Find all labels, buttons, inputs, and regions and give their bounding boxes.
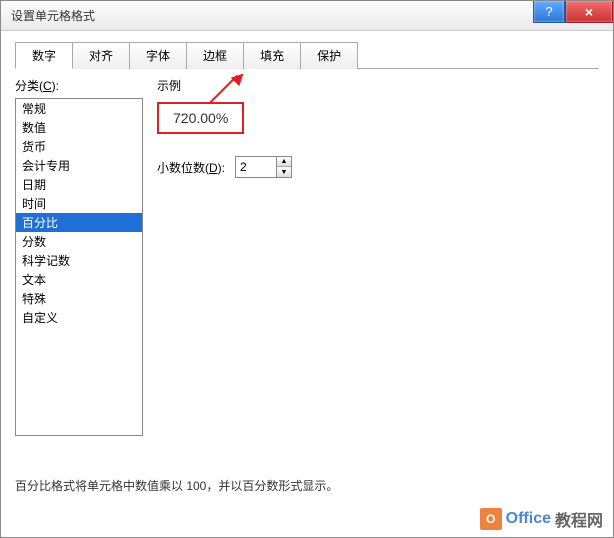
titlebar-buttons: ? ×	[533, 1, 613, 23]
window-title: 设置单元格格式	[11, 7, 95, 24]
format-description: 百分比格式将单元格中数值乘以 100，并以百分数形式显示。	[15, 477, 338, 494]
category-label: 分类(C):	[15, 77, 143, 94]
spinner-up-button[interactable]: ▲	[277, 157, 291, 167]
category-listbox[interactable]: 常规 数值 货币 会计专用 日期 时间 百分比 分数 科学记数 文本 特殊 自定…	[15, 98, 143, 436]
help-icon: ?	[545, 4, 552, 19]
tab-protect[interactable]: 保护	[300, 42, 358, 69]
tab-border[interactable]: 边框	[186, 42, 244, 69]
example-label: 示例	[157, 77, 599, 94]
spinner-buttons: ▲ ▼	[276, 157, 291, 177]
category-item[interactable]: 常规	[16, 99, 142, 118]
decimal-input[interactable]	[236, 158, 276, 176]
settings-panel: 示例 720.00% 小数位数(D): ▲ ▼	[157, 77, 599, 436]
titlebar: 设置单元格格式 ? ×	[1, 1, 613, 31]
category-item-selected[interactable]: 百分比	[16, 213, 142, 232]
close-icon: ×	[585, 4, 593, 20]
chevron-down-icon: ▼	[281, 169, 288, 176]
category-item[interactable]: 时间	[16, 194, 142, 213]
category-item[interactable]: 文本	[16, 270, 142, 289]
chevron-up-icon: ▲	[281, 158, 288, 165]
category-item[interactable]: 会计专用	[16, 156, 142, 175]
tab-font[interactable]: 字体	[129, 42, 187, 69]
example-value-box: 720.00%	[157, 102, 244, 134]
decimal-row: 小数位数(D): ▲ ▼	[157, 156, 599, 178]
category-item[interactable]: 日期	[16, 175, 142, 194]
watermark-brand1: Office	[506, 510, 551, 528]
category-item[interactable]: 科学记数	[16, 251, 142, 270]
tab-fill[interactable]: 填充	[243, 42, 301, 69]
decimal-label: 小数位数(D):	[157, 159, 225, 176]
category-item[interactable]: 数值	[16, 118, 142, 137]
category-item[interactable]: 自定义	[16, 308, 142, 327]
category-item[interactable]: 分数	[16, 232, 142, 251]
tab-align[interactable]: 对齐	[72, 42, 130, 69]
decimal-spinner: ▲ ▼	[235, 156, 292, 178]
category-item[interactable]: 特殊	[16, 289, 142, 308]
spinner-down-button[interactable]: ▼	[277, 167, 291, 177]
category-item[interactable]: 货币	[16, 137, 142, 156]
tab-number[interactable]: 数字	[15, 42, 73, 69]
dialog-content: 数字 对齐 字体 边框 填充 保护 分类(C): 常规 数值 货币 会计专用 日…	[1, 31, 613, 537]
example-value: 720.00%	[173, 110, 228, 126]
brand-icon: O	[480, 508, 502, 530]
dialog-window: 设置单元格格式 ? × 数字 对齐 字体 边框 填充 保护 分类(C): 常规 …	[0, 0, 614, 538]
watermark-brand2: 教程网	[555, 507, 603, 531]
category-panel: 分类(C): 常规 数值 货币 会计专用 日期 时间 百分比 分数 科学记数 文…	[15, 77, 143, 436]
close-button[interactable]: ×	[565, 1, 613, 23]
help-button[interactable]: ?	[533, 1, 565, 23]
tab-bar: 数字 对齐 字体 边框 填充 保护	[15, 41, 599, 69]
main-columns: 分类(C): 常规 数值 货币 会计专用 日期 时间 百分比 分数 科学记数 文…	[15, 77, 599, 436]
watermark: O Office 教程网	[480, 507, 603, 531]
